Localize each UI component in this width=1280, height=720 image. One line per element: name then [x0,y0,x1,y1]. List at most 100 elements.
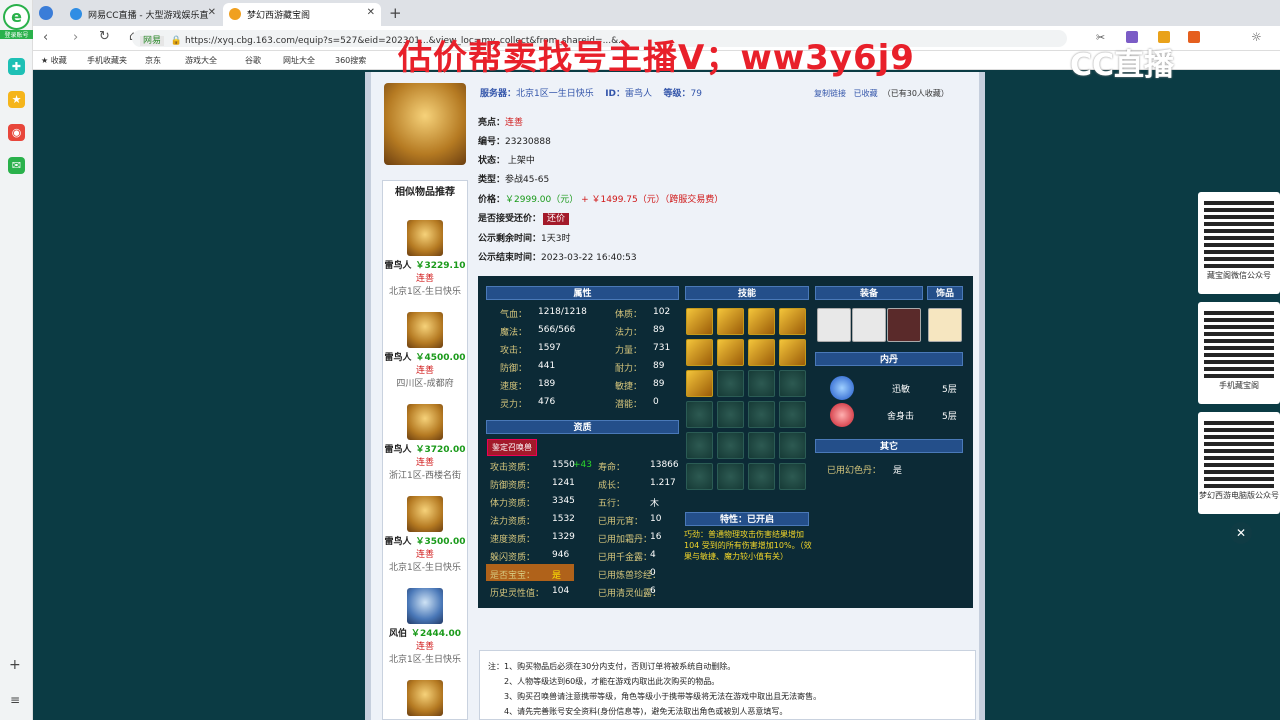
reload-icon[interactable]: ↻ [99,29,110,44]
skill-icon[interactable] [686,308,713,335]
zizhi-label: 躲闪资质： [490,553,536,563]
close-icon[interactable]: ✕ [1230,522,1252,544]
identify-button[interactable]: 鉴定召唤兽 [487,439,537,456]
zizhi-value: 104 [552,586,570,596]
bargain-row: 是否接受还价： 还价 [478,211,570,225]
deco-slot[interactable] [928,308,962,342]
forward-icon[interactable]: › [73,30,78,45]
close-icon[interactable]: ✕ [208,7,216,18]
settings-icon[interactable]: ☼ [1251,30,1262,44]
login-label[interactable]: 登录账号 [0,30,33,39]
attr-value: 89 [653,379,665,389]
attr-label: 速度： [500,382,528,392]
zizhi-label: 法力资质： [490,517,536,527]
zizhi-label: 五行： [598,499,626,509]
qr-card[interactable]: 藏宝阁微信公众号 [1198,192,1280,294]
zizhi-label: 是否宝宝： [490,571,536,581]
bookmark-item[interactable]: 手机收藏夹 [87,55,127,66]
pet-thumb [407,588,443,624]
zizhi-value: 是 [552,571,562,581]
empty-skill-slot [779,401,806,428]
cc-favicon-icon [70,8,82,20]
bookmark-item[interactable]: 京东 [145,55,161,66]
status-row: 状态： 上架中 [478,156,535,166]
new-tab-button[interactable]: + [389,4,402,22]
skill-icon[interactable] [686,370,713,397]
equip-slot-ring[interactable] [817,308,851,342]
bargain-button[interactable]: 还价 [543,213,570,225]
mail-icon[interactable]: ✉ [8,157,25,174]
back-icon[interactable]: ‹ [43,30,48,45]
cc-live-logo: CC直播 [1070,48,1175,83]
neidan-level: 5层 [942,385,957,395]
neidan-icon[interactable] [830,376,854,400]
bookmark-item[interactable]: 游戏大全 [185,55,217,66]
sidebar-rail: e 登录账号 ✚ ★ ◉ ✉ + ≡ [0,0,33,720]
similar-item[interactable] [383,680,467,716]
add-icon[interactable]: + [9,657,21,673]
pet-portrait [384,83,466,165]
zizhi-label: 成长： [598,481,626,491]
attr-value: 731 [653,343,671,353]
zizhi-value: 10 [650,514,662,524]
similar-item[interactable]: 雷鸟人 ￥3720.00 连善 浙江1区-西楼名街 [383,404,467,481]
trait-header: 特性：已开启 [685,512,809,526]
pet-id: 雷鸟人 [625,89,653,99]
close-icon[interactable]: ✕ [367,7,375,18]
pet-thumb [407,496,443,532]
pet-level: 79 [690,89,702,99]
empty-skill-slot [686,401,713,428]
equip-slot-necklace[interactable] [852,308,886,342]
zizhi-label: 已用元宵： [598,517,644,527]
skill-icon[interactable] [748,339,775,366]
tab-cbg[interactable]: 梦幻西游藏宝阁 ✕ [223,3,381,26]
skill-icon[interactable] [779,339,806,366]
attr-label: 气血： [500,310,528,320]
neidan-icon[interactable] [830,403,854,427]
skill-icon[interactable] [748,308,775,335]
neidan-header: 内丹 [815,352,963,366]
bookmark-item[interactable]: 谷歌 [245,55,261,66]
skill-icon[interactable] [779,308,806,335]
qr-card[interactable]: 梦幻西游电脑版公众号 [1198,412,1280,514]
equip-slot-armor[interactable] [887,308,921,342]
price-row: 价格：￥2999.00（元） + ￥1499.75（元）（跨服交易费） [478,195,724,205]
similar-item[interactable]: 风伯 ￥2444.00 连善 北京1区-生日快乐 [383,588,467,665]
notes-box: 注：1、购买物品后必须在30分内支付，否则订单将被系统自动删除。 2、人物等级达… [479,650,976,720]
menu-icon[interactable]: ≡ [10,693,20,707]
zizhi-label: 防御资质： [490,481,536,491]
similar-item[interactable]: 雷鸟人 ￥4500.00 连善 四川区-成都府 [383,312,467,389]
empty-skill-slot [717,432,744,459]
skill-icon[interactable] [717,339,744,366]
empty-skill-slot [748,432,775,459]
skill-icon[interactable] [717,308,744,335]
collect-button[interactable]: 已收藏 [854,89,878,98]
attr-value: 89 [653,325,665,335]
zizhi-value: 4 [650,550,656,560]
tab-cc-live[interactable]: 网易CC直播 - 大型游戏娱乐直 ✕ [64,3,222,26]
game-icon[interactable] [1188,31,1200,43]
lock-icon: 🔒 [170,36,183,46]
qr-card[interactable]: 手机藏宝阁 [1198,302,1280,404]
zizhi-value: 16 [650,532,662,542]
similar-item[interactable]: 雷鸟人 ￥3500.00 连善 北京1区-生日快乐 [383,496,467,573]
pet-thumb [407,312,443,348]
remain-row: 公示剩余时间：1天3时 [478,234,571,244]
attr-value: 476 [538,397,556,407]
star-icon[interactable]: ★ [8,91,25,108]
bookmark-item[interactable]: 网址大全 [283,55,315,66]
zizhi-value: 6 [650,586,656,596]
bookmark-item[interactable]: 360搜索 [335,55,366,66]
sidebar-app-icon[interactable]: ✚ [8,58,25,75]
attr-value: 566/566 [538,325,576,335]
weibo-icon[interactable]: ◉ [8,124,25,141]
skill-icon[interactable] [686,339,713,366]
other-value: 是 [893,466,903,476]
similar-item[interactable]: 雷鸟人 ￥3229.10 连善 北京1区-生日快乐 [383,220,467,297]
attr-value: 1597 [538,343,561,353]
browser-logo-icon[interactable]: e [3,4,30,30]
browser-nav-icon[interactable] [39,6,53,20]
bookmark-item[interactable]: ★ 收藏 [41,55,67,66]
attr-value: 441 [538,361,556,371]
copy-link-button[interactable]: 复制链接 [814,89,846,98]
